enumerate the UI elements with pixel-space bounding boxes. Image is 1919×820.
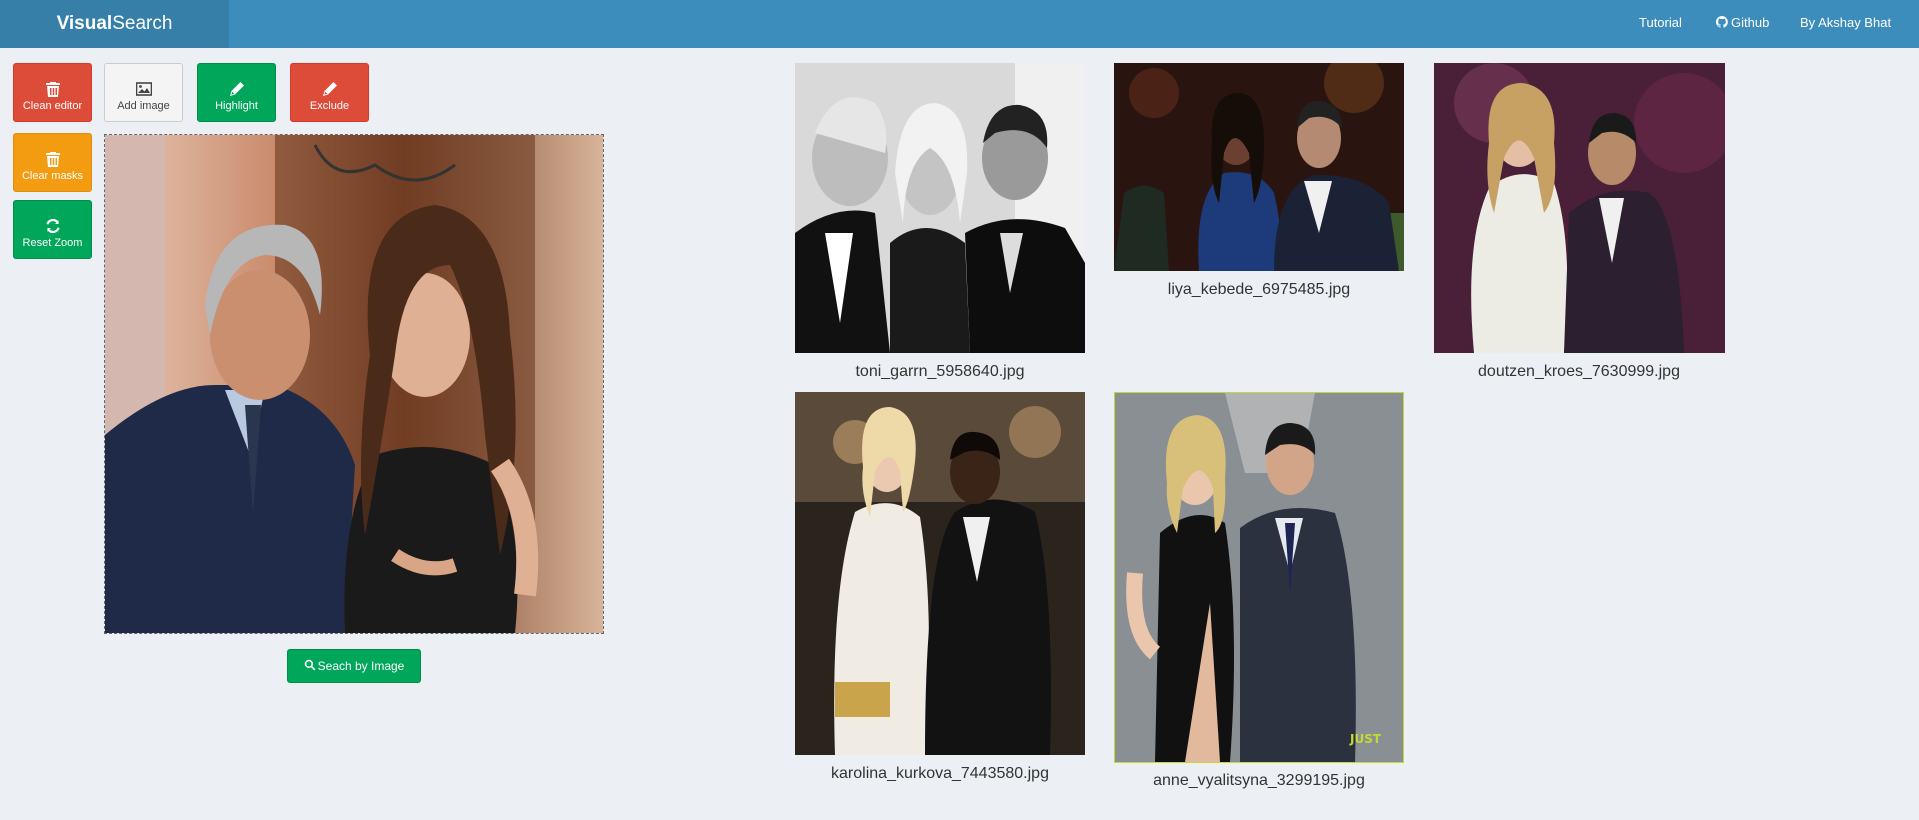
result-thumbnail[interactable] bbox=[795, 392, 1085, 755]
clear-masks-label: Clear masks bbox=[21, 170, 84, 182]
brand-logo[interactable]: VisualSearch bbox=[0, 0, 229, 48]
top-navbar: VisualSearch Tutorial Github By Akshay B… bbox=[0, 0, 1919, 48]
query-photo bbox=[105, 135, 603, 633]
reset-zoom-button[interactable]: Reset Zoom bbox=[13, 200, 92, 259]
refresh-icon bbox=[45, 218, 60, 234]
exclude-button[interactable]: Exclude bbox=[290, 63, 369, 122]
result-thumbnail[interactable]: JUST bbox=[1114, 392, 1404, 763]
result-caption: anne_vyalitsyna_3299195.jpg bbox=[1153, 772, 1365, 789]
brand-light: Search bbox=[112, 13, 173, 34]
reset-zoom-label: Reset Zoom bbox=[22, 237, 83, 249]
result-caption: toni_garrn_5958640.jpg bbox=[855, 363, 1025, 380]
result-card[interactable]: toni_garrn_5958640.jpg bbox=[795, 63, 1085, 380]
image-editor-canvas[interactable] bbox=[104, 134, 604, 634]
nav-github-label: Github bbox=[1731, 15, 1770, 30]
svg-text:JUST: JUST bbox=[1349, 732, 1382, 746]
add-image-label: Add image bbox=[117, 100, 170, 112]
github-icon bbox=[1716, 16, 1728, 28]
clear-masks-button[interactable]: Clear masks bbox=[13, 133, 92, 192]
highlight-button[interactable]: Highlight bbox=[197, 63, 276, 122]
nav-tutorial-link[interactable]: Tutorial bbox=[1639, 0, 1682, 48]
search-icon bbox=[304, 659, 316, 671]
result-card[interactable]: doutzen_kroes_7630999.jpg bbox=[1434, 63, 1725, 380]
result-caption: doutzen_kroes_7630999.jpg bbox=[1478, 363, 1680, 380]
pencil-icon bbox=[229, 82, 244, 96]
highlight-label: Highlight bbox=[215, 100, 258, 112]
brand-bold: Visual bbox=[56, 13, 113, 34]
result-card[interactable]: JUST anne_vyalitsyna_3299195.jpg bbox=[1114, 392, 1404, 789]
pencil-icon bbox=[322, 82, 337, 96]
result-caption: liya_kebede_6975485.jpg bbox=[1167, 281, 1351, 298]
clean-editor-label: Clean editor bbox=[22, 100, 83, 112]
nav-author-link[interactable]: By Akshay Bhat bbox=[1800, 0, 1891, 48]
clean-editor-button[interactable]: Clean editor bbox=[13, 63, 92, 122]
trash-icon bbox=[45, 152, 60, 167]
trash-icon bbox=[45, 82, 60, 97]
result-caption: karolina_kurkova_7443580.jpg bbox=[831, 765, 1049, 782]
add-image-button[interactable]: Add image bbox=[104, 63, 183, 122]
result-thumbnail[interactable] bbox=[795, 63, 1085, 353]
search-button-label: Seach by Image bbox=[317, 659, 405, 673]
search-by-image-button[interactable]: Seach by Image bbox=[287, 649, 421, 683]
exclude-label: Exclude bbox=[309, 100, 350, 112]
result-thumbnail[interactable] bbox=[1434, 63, 1725, 353]
result-card[interactable]: karolina_kurkova_7443580.jpg bbox=[795, 392, 1085, 782]
result-thumbnail[interactable] bbox=[1114, 63, 1404, 271]
nav-github-link[interactable]: Github bbox=[1716, 0, 1769, 48]
result-card[interactable]: liya_kebede_6975485.jpg bbox=[1114, 63, 1404, 298]
image-icon bbox=[135, 82, 152, 96]
